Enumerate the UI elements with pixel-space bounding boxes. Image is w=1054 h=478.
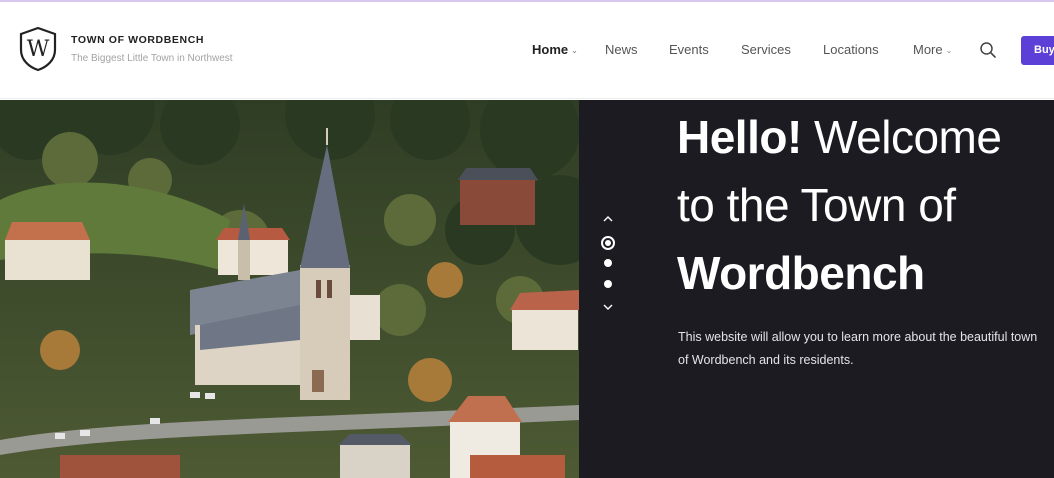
nav-item-label: Home [532,42,569,57]
town-logo[interactable]: W [18,26,58,72]
slider-navigation [598,212,618,316]
chevron-down-icon: ⌄ [945,46,953,55]
hero-title: Hello! Welcome to the Town of Wordbench [677,103,1054,307]
chevron-up-icon[interactable] [601,214,615,224]
hero-title-line-2: to the Town of [677,179,956,231]
slider-dot-1[interactable] [601,236,615,250]
hero-title-welcome: Welcome [801,111,1002,163]
chevron-down-icon: ⌄ [571,46,578,55]
nav-item-label: News [605,42,638,57]
nav-item-label: Locations [823,42,879,57]
nav-item-events[interactable]: Events [669,42,709,57]
chevron-down-icon[interactable] [601,302,615,312]
buy-button[interactable]: Buy [1021,36,1054,65]
site-header: W TOWN OF WORDBENCH The Biggest Little T… [0,2,1054,99]
hero-title-town-name: Wordbench [677,247,925,299]
nav-item-news[interactable]: News [605,42,638,57]
nav-item-label: Services [741,42,791,57]
nav-item-label: Events [669,42,709,57]
search-button[interactable] [978,40,998,60]
hero-town-photo [0,100,579,478]
town-aerial-image [0,100,579,478]
slider-dot-3[interactable] [604,280,612,288]
logo-letter: W [27,37,50,62]
hero-title-greeting: Hello! [677,111,802,163]
search-icon [980,42,996,58]
nav-item-locations[interactable]: Locations [823,42,879,57]
brand-tagline: The Biggest Little Town in Northwest [71,53,233,64]
shield-logo-icon: W [19,26,57,72]
slider-dot-2[interactable] [604,259,612,267]
nav-item-services[interactable]: Services [741,42,791,57]
nav-item-more[interactable]: More ⌄ [913,42,952,57]
nav-item-label: More [913,42,943,57]
hero-title-line-1: Hello! Welcome [677,103,1054,171]
hero-title-line-3: Wordbench [677,239,1054,307]
hero-description: This website will allow you to learn mor… [678,330,1038,367]
brand-name[interactable]: TOWN OF WORDBENCH [71,34,204,46]
nav-item-home[interactable]: Home ⌄ [532,42,578,57]
